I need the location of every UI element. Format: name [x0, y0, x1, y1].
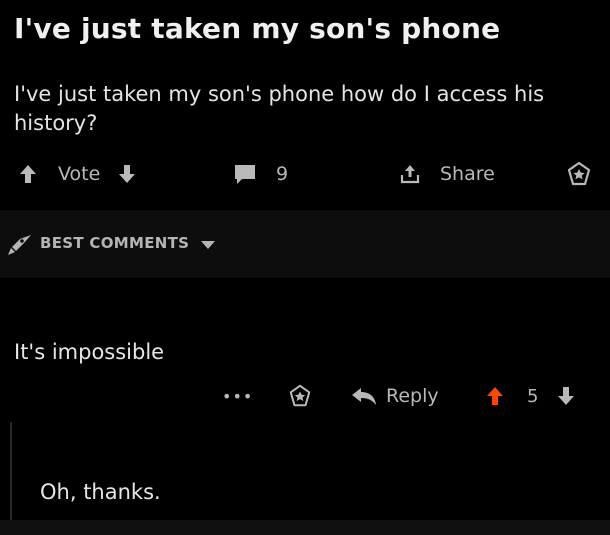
comment-icon	[235, 165, 255, 184]
share-icon	[400, 165, 420, 184]
bottom-divider	[0, 520, 610, 535]
more-options-button[interactable]: •••	[222, 376, 253, 416]
comment-downvote-button[interactable]	[557, 376, 575, 416]
save-comment-button[interactable]	[288, 376, 312, 416]
bookmark-icon	[289, 384, 311, 407]
chevron-down-icon	[201, 241, 215, 249]
upvote-icon	[487, 387, 503, 405]
reply-button[interactable]	[350, 376, 378, 416]
upvote-icon	[20, 165, 36, 183]
sort-label[interactable]: BEST COMMENTS	[40, 234, 189, 252]
post-action-bar: Vote 9 Share	[0, 152, 610, 196]
comment-upvote-button[interactable]	[486, 376, 504, 416]
share-button[interactable]	[399, 152, 421, 196]
comment-score: 5	[527, 385, 539, 407]
comment-text: It's impossible	[14, 340, 165, 364]
vote-label: Vote	[58, 163, 101, 185]
comment-action-bar: ••• Reply 5	[0, 376, 610, 416]
reply-text: Oh, thanks.	[40, 480, 161, 504]
share-label[interactable]: Share	[440, 152, 495, 196]
comments-button[interactable]	[233, 152, 257, 196]
reply-label[interactable]: Reply	[386, 376, 439, 416]
save-post-button[interactable]	[566, 152, 592, 196]
comment-count: 9	[276, 163, 289, 185]
downvote-icon	[558, 387, 574, 405]
downvote-button[interactable]	[118, 152, 136, 196]
post-title: I've just taken my son's phone	[14, 12, 501, 45]
rocket-icon	[8, 235, 31, 255]
bookmark-icon	[567, 161, 591, 186]
comment-sort-bar[interactable]: BEST COMMENTS	[0, 210, 610, 278]
thread-line[interactable]	[10, 422, 12, 522]
reply-icon	[352, 388, 376, 405]
post-body: I've just taken my son's phone how do I …	[14, 82, 545, 135]
downvote-icon	[119, 165, 135, 183]
upvote-button[interactable]	[19, 152, 37, 196]
